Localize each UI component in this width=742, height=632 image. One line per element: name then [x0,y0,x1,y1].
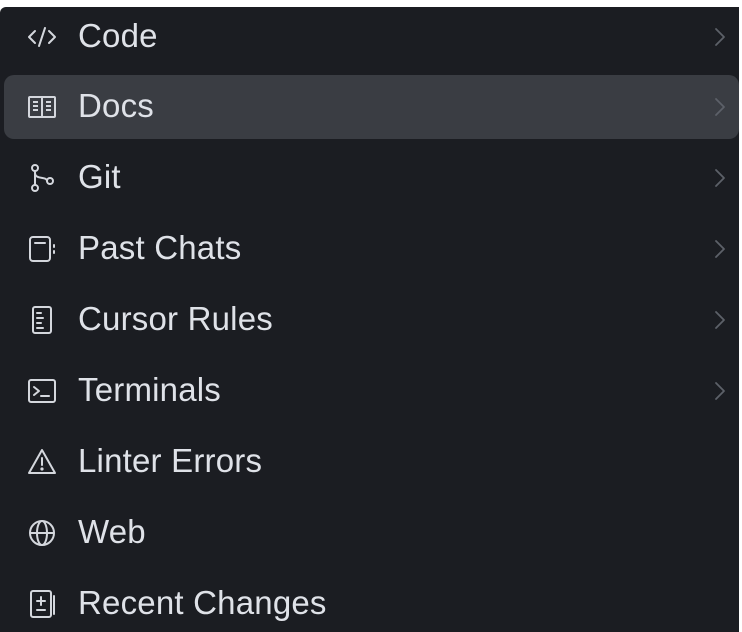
chevron-right-icon [713,308,727,332]
warning-icon [24,444,60,480]
menu-item-label: Terminals [78,371,222,409]
globe-icon [24,515,60,551]
menu-item-label: Linter Errors [78,442,263,480]
context-menu: Code Docs Git Past Chats Cursor Rules Te… [0,7,739,632]
menu-item-label: Recent Changes [78,584,327,622]
diff-icon [24,586,60,622]
menu-item-label: Past Chats [78,229,242,267]
menu-item-terminals[interactable]: Terminals [4,359,739,423]
menu-item-label: Web [78,513,146,551]
menu-item-past-chats[interactable]: Past Chats [4,217,739,281]
menu-item-code[interactable]: Code [4,7,739,69]
menu-item-cursor-rules[interactable]: Cursor Rules [4,288,739,352]
menu-item-docs[interactable]: Docs [4,75,739,139]
menu-item-label: Docs [78,87,154,125]
chevron-right-icon [713,25,727,49]
menu-item-label: Code [78,17,158,55]
chevron-right-icon [713,166,727,190]
menu-item-recent-changes[interactable]: Recent Changes [4,572,739,632]
menu-item-label: Cursor Rules [78,300,273,338]
code-icon [24,19,60,55]
chevron-right-icon [713,95,727,119]
chevron-right-icon [713,237,727,261]
book-icon [24,89,60,125]
terminal-icon [24,373,60,409]
menu-item-web[interactable]: Web [4,501,739,565]
notebook-icon [24,231,60,267]
menu-item-git[interactable]: Git [4,146,739,210]
chevron-right-icon [713,379,727,403]
rules-file-icon [24,302,60,338]
git-branch-icon [24,160,60,196]
menu-item-linter-errors[interactable]: Linter Errors [4,430,739,494]
menu-item-label: Git [78,158,121,196]
